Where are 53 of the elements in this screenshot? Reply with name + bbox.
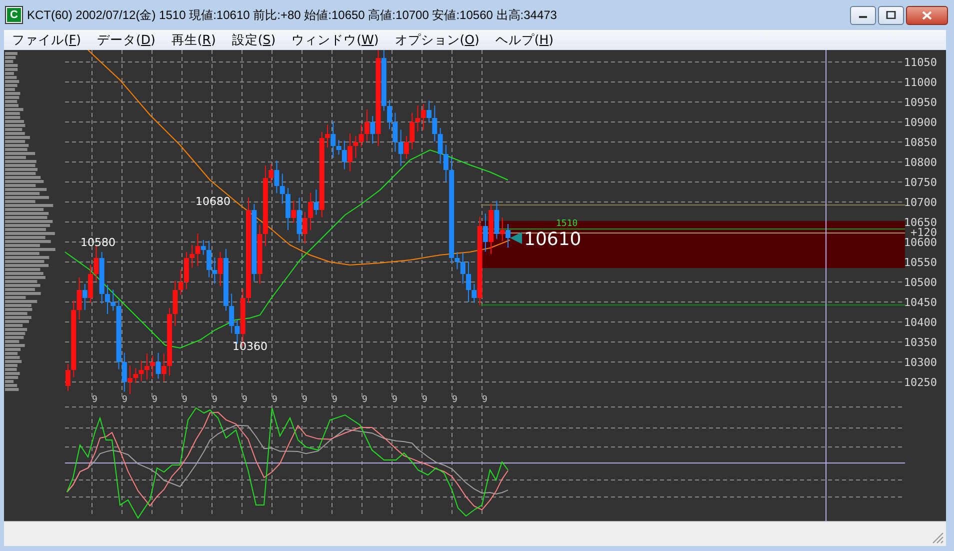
date-label: 9	[332, 395, 338, 405]
price-label: 10350	[904, 336, 937, 349]
price-label: 10950	[904, 96, 937, 109]
app-icon: C	[6, 7, 22, 23]
menu-item[interactable]: データ(D)	[96, 32, 156, 48]
price-label: 10250	[904, 376, 937, 389]
price-label: 10550	[904, 256, 937, 269]
menu-item[interactable]: 設定(S)	[232, 32, 276, 48]
price-label: 10600	[904, 236, 937, 249]
price-label: 10400	[904, 316, 937, 329]
date-label: 9	[482, 395, 488, 405]
menu-item[interactable]: オプション(O)	[394, 32, 480, 48]
price-label: 10650	[904, 216, 937, 229]
date-label: 9	[122, 395, 128, 405]
menu-item[interactable]: ウィンドウ(W)	[292, 32, 379, 48]
price-label: 10300	[904, 356, 937, 369]
menu-item[interactable]: ヘルプ(H)	[495, 32, 554, 48]
date-label: 9	[302, 395, 308, 405]
date-label: 9	[242, 395, 248, 405]
peak-label: 10680	[196, 195, 230, 208]
maximize-button[interactable]	[878, 6, 904, 24]
price-label: 10500	[904, 276, 937, 289]
price-label: 10450	[904, 296, 937, 309]
menu-item[interactable]: 再生(R)	[171, 32, 216, 48]
date-label: 9	[362, 395, 368, 405]
close-icon	[922, 10, 932, 20]
resize-grip-icon[interactable]	[932, 532, 944, 544]
date-label: 9	[272, 395, 278, 405]
change-label: +120	[910, 226, 937, 239]
menu-item[interactable]: ファイル(F)	[12, 32, 81, 48]
date-label: 9	[92, 395, 98, 405]
minimize-button[interactable]	[850, 6, 876, 24]
price-label: 11000	[904, 76, 937, 89]
date-label: 9	[212, 395, 218, 405]
close-button[interactable]	[906, 6, 948, 24]
date-label: 9	[452, 395, 458, 405]
price-marker-icon	[510, 232, 522, 244]
price-label: 10850	[904, 136, 937, 149]
maximize-icon	[886, 11, 896, 19]
window-title: KCT(60) 2002/07/12(金) 1510 現値:10610 前比:+80 始値:10650 高値:10700 安値:10560 出高:34473	[27, 6, 557, 24]
volume-label: 1510	[556, 219, 578, 229]
price-label: 10700	[904, 196, 937, 209]
date-label: 9	[392, 395, 398, 405]
date-label: 9	[182, 395, 188, 405]
price-label: 11050	[904, 56, 937, 69]
price-label: 10800	[904, 156, 937, 169]
peak-label: 10360	[232, 340, 268, 353]
price-label: 10900	[904, 116, 937, 129]
date-label: 9	[152, 395, 158, 405]
date-label: 9	[422, 395, 428, 405]
peak-label: 10580	[80, 236, 116, 249]
price-label: 10750	[904, 176, 937, 189]
current-price: 10610	[524, 229, 582, 250]
